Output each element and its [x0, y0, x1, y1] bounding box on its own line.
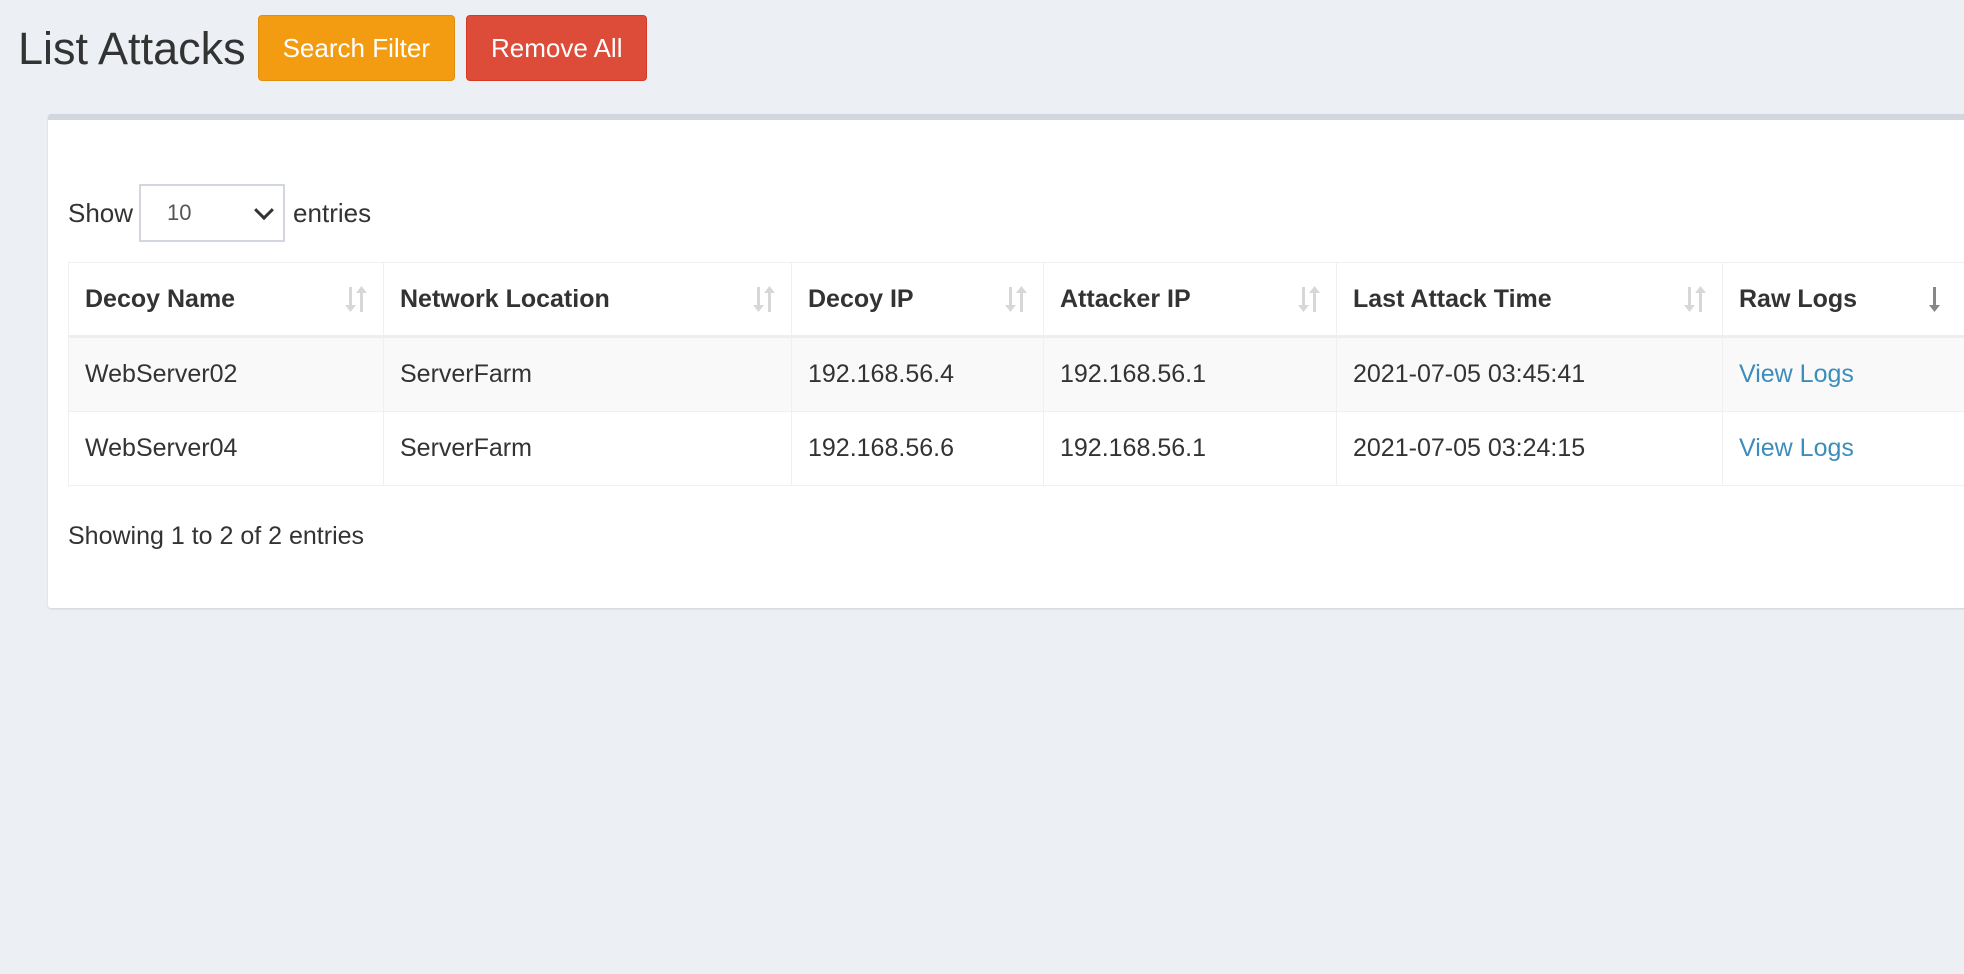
column-label: Decoy IP: [808, 284, 914, 313]
column-header-raw-logs[interactable]: Raw Logs: [1722, 262, 1964, 338]
table-info: Showing 1 to 2 of 2 entries: [68, 522, 365, 550]
remove-all-button[interactable]: Remove All: [465, 15, 648, 81]
page-length-control: Show 10 entries: [68, 184, 371, 242]
attacks-table: Decoy Name Network Location Decoy IP Att…: [68, 262, 1964, 486]
cell-raw-logs: View Logs: [1722, 336, 1964, 412]
sort-both-icon: [345, 286, 367, 312]
table-header-row: Decoy Name Network Location Decoy IP Att…: [68, 262, 1964, 338]
cell-raw-logs: View Logs: [1722, 411, 1964, 486]
cell-network-location: ServerFarm: [383, 336, 792, 412]
page-length-select[interactable]: 10: [139, 184, 286, 242]
column-label: Last Attack Time: [1353, 284, 1552, 313]
entries-label: entries: [293, 197, 372, 228]
column-header-last-attack-time[interactable]: Last Attack Time: [1336, 262, 1723, 338]
cell-network-location: ServerFarm: [383, 411, 792, 486]
column-header-decoy-ip[interactable]: Decoy IP: [791, 262, 1044, 338]
column-header-attacker-ip[interactable]: Attacker IP: [1043, 262, 1337, 338]
table-row: WebServer02 ServerFarm 192.168.56.4 192.…: [68, 336, 1964, 412]
table-row: WebServer04 ServerFarm 192.168.56.6 192.…: [68, 411, 1964, 486]
sort-both-icon: [1684, 286, 1706, 312]
page-length-value: 10: [167, 200, 192, 225]
column-label: Decoy Name: [85, 284, 236, 313]
column-header-network-location[interactable]: Network Location: [383, 262, 792, 338]
cell-decoy-name: WebServer02: [68, 336, 384, 412]
search-filter-button[interactable]: Search Filter: [257, 15, 455, 81]
view-logs-link[interactable]: View Logs: [1739, 360, 1854, 388]
cell-decoy-ip: 192.168.56.6: [791, 411, 1044, 486]
column-label: Network Location: [400, 284, 610, 313]
cell-last-attack-time: 2021-07-05 03:45:41: [1336, 336, 1723, 412]
cell-decoy-name: WebServer04: [68, 411, 384, 486]
chevron-down-icon: [254, 200, 274, 221]
sort-both-icon: [1298, 286, 1320, 312]
sort-both-icon: [1005, 286, 1027, 312]
cell-attacker-ip: 192.168.56.1: [1043, 336, 1337, 412]
column-header-decoy-name[interactable]: Decoy Name: [68, 262, 384, 338]
view-logs-link[interactable]: View Logs: [1739, 434, 1854, 462]
cell-decoy-ip: 192.168.56.4: [791, 336, 1044, 412]
sort-desc-icon: [1929, 287, 1940, 312]
sort-both-icon: [753, 286, 775, 312]
column-label: Attacker IP: [1060, 284, 1191, 313]
page-title: List Attacks: [18, 22, 246, 74]
show-label: Show: [68, 197, 134, 228]
cell-attacker-ip: 192.168.56.1: [1043, 411, 1337, 486]
cell-last-attack-time: 2021-07-05 03:24:15: [1336, 411, 1723, 486]
page-header: List Attacks Search Filter Remove All: [18, 14, 658, 82]
attacks-box: Show 10 entries Decoy Name Network Locat…: [48, 114, 1964, 608]
column-label: Raw Logs: [1739, 284, 1858, 313]
